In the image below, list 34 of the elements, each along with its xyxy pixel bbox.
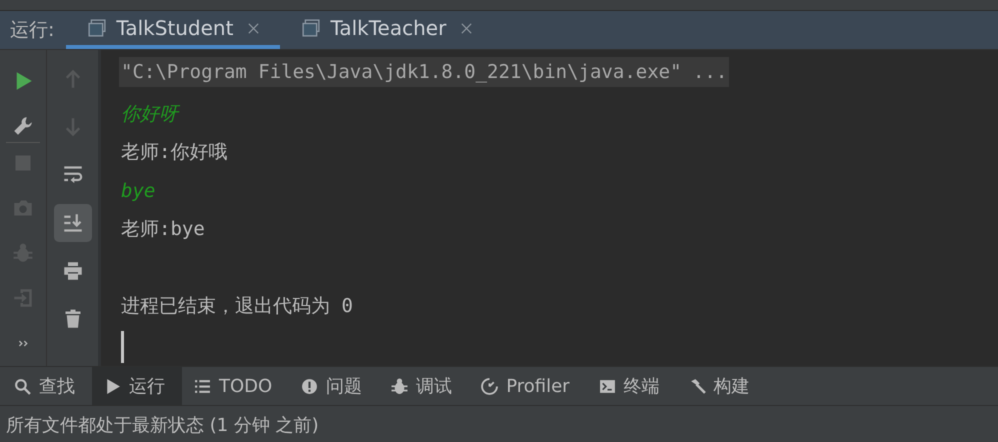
output-text: 老师:你好哦 xyxy=(121,140,228,164)
printer-icon[interactable] xyxy=(62,261,82,281)
search-icon xyxy=(14,378,31,394)
tool-window-tab[interactable]: 调试 xyxy=(379,367,470,405)
play-icon xyxy=(104,378,121,394)
tool-window-tab[interactable]: 构建 xyxy=(676,367,767,405)
text-cursor xyxy=(121,330,124,362)
tool-window-tab[interactable]: 问题 xyxy=(289,367,380,405)
close-icon[interactable] xyxy=(247,22,260,34)
window-icon xyxy=(88,19,106,37)
output-text: 进程已结束，退出代码为 0 xyxy=(121,294,353,318)
tool-window-tab[interactable]: Profiler xyxy=(469,367,587,405)
tool-window-tab[interactable]: 终端 xyxy=(586,367,677,405)
hammer-icon xyxy=(688,378,706,394)
status-text: 所有文件都处于最新状态 (1 分钟 之前) xyxy=(6,414,319,437)
run-label: 运行: xyxy=(9,18,56,43)
wrench-icon[interactable] xyxy=(13,116,33,136)
gauge-icon xyxy=(481,378,498,394)
list-icon xyxy=(194,378,211,394)
window-icon xyxy=(302,19,320,37)
tool-window-tab[interactable]: 查找 xyxy=(2,367,92,405)
input-text: bye xyxy=(121,178,156,202)
tool-window-tab[interactable]: TODO xyxy=(182,367,290,405)
trash-icon[interactable] xyxy=(62,309,82,329)
output-text: 老师:bye xyxy=(121,217,205,241)
exclamation-icon xyxy=(301,378,318,394)
bug-icon xyxy=(391,378,408,394)
input-text: 你好呀 xyxy=(121,102,178,126)
close-icon[interactable] xyxy=(460,22,474,34)
tool-window-tab[interactable]: 运行 xyxy=(92,367,182,405)
run-tab[interactable]: TalkTeacher xyxy=(280,11,494,49)
wrap-lines-icon[interactable] xyxy=(62,165,82,185)
toggle-button[interactable] xyxy=(54,204,92,242)
terminal-icon xyxy=(598,378,616,394)
